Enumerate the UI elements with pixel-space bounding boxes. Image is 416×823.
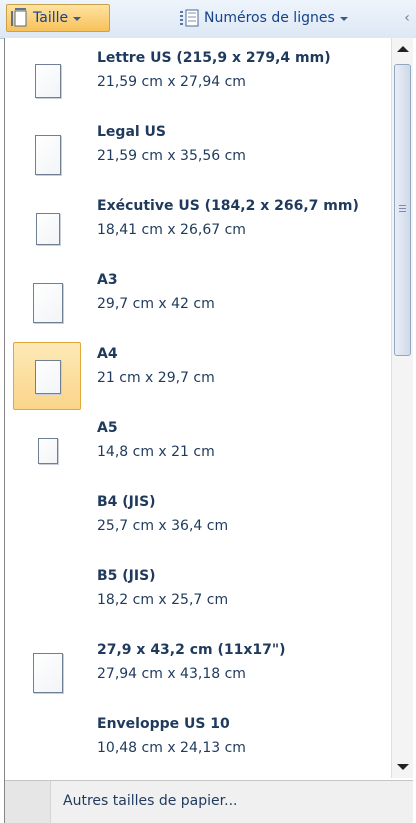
paper-size-item[interactable]: B4 (JIS) 25,7 cm x 36,4 cm xyxy=(13,490,381,558)
scroll-up-button[interactable] xyxy=(392,40,413,58)
paper-size-item[interactable]: Lettre US (215,9 x 279,4 mm) 21,59 cm x 2… xyxy=(13,46,381,114)
paper-size-item[interactable]: 27,9 x 43,2 cm (11x17") 27,94 cm x 43,18 … xyxy=(13,638,381,706)
more-paper-sizes-item[interactable]: Autres tailles de papier... xyxy=(5,780,413,823)
paper-thumbnail-frame xyxy=(13,46,81,114)
paper-thumbnail-frame xyxy=(13,712,81,778)
arrow-up-icon xyxy=(396,46,409,52)
paper-size-item[interactable]: Legal US 21,59 cm x 35,56 cm xyxy=(13,120,381,188)
paper-size-name: A3 xyxy=(97,272,118,288)
page-thumbnail-icon xyxy=(33,283,63,323)
paper-thumbnail-frame xyxy=(13,268,81,336)
menu-icon-gutter xyxy=(5,781,51,823)
paper-size-name: 27,9 x 43,2 cm (11x17") xyxy=(97,642,286,658)
grip-line xyxy=(399,211,406,212)
paper-size-dimensions: 18,2 cm x 25,7 cm xyxy=(97,592,229,608)
paper-thumbnail-frame xyxy=(13,416,81,484)
arrow-down-icon xyxy=(396,764,409,770)
page-thumbnail-icon xyxy=(35,135,61,175)
paper-size-dimensions: 14,8 cm x 21 cm xyxy=(97,444,215,460)
paper-size-list: Lettre US (215,9 x 279,4 mm) 21,59 cm x 2… xyxy=(5,38,391,778)
paper-size-name: B5 (JIS) xyxy=(97,568,156,584)
page-thumbnail-icon xyxy=(33,653,63,693)
paper-size-menu: Lettre US (215,9 x 279,4 mm) 21,59 cm x 2… xyxy=(4,38,416,823)
line-numbers-icon xyxy=(180,9,199,27)
paper-size-name: Legal US xyxy=(97,124,167,140)
paper-thumbnail-frame xyxy=(13,342,81,410)
paper-size-dimensions: 21 cm x 29,7 cm xyxy=(97,370,215,386)
chevron-down-icon xyxy=(73,17,82,21)
paper-size-item[interactable]: A5 14,8 cm x 21 cm xyxy=(13,416,381,484)
page-thumbnail-icon xyxy=(38,438,58,464)
grip-line xyxy=(399,205,406,206)
more-paper-sizes-label: Autres tailles de papier... xyxy=(63,793,238,809)
line-numbers-button[interactable]: Numéros de lignes xyxy=(174,4,390,32)
paper-thumbnail-frame xyxy=(13,120,81,188)
paper-size-dimensions: 27,94 cm x 43,18 cm xyxy=(97,666,246,682)
chevron-left-icon: ‹ xyxy=(404,10,410,26)
scroll-thumb[interactable] xyxy=(394,64,411,356)
paper-thumbnail-frame xyxy=(13,638,81,706)
paper-size-name: Exécutive US (184,2 x 266,7 mm) xyxy=(97,198,359,214)
paper-size-item[interactable]: B5 (JIS) 18,2 cm x 25,7 cm xyxy=(13,564,381,632)
size-button[interactable]: Taille xyxy=(6,4,110,32)
paper-size-dimensions: 18,41 cm x 26,67 cm xyxy=(97,222,246,238)
scrollbar[interactable] xyxy=(391,38,413,778)
paper-size-name: A4 xyxy=(97,346,118,362)
paper-size-item[interactable]: A3 29,7 cm x 42 cm xyxy=(13,268,381,336)
paper-size-dimensions: 25,7 cm x 36,4 cm xyxy=(97,518,229,534)
paper-size-item[interactable]: A4 21 cm x 29,7 cm xyxy=(13,342,381,410)
page-thumbnail-icon xyxy=(35,360,61,394)
paper-thumbnail-frame xyxy=(13,564,81,632)
size-button-label: Taille xyxy=(33,10,69,26)
page-thumbnail-icon xyxy=(36,213,60,245)
page-size-icon xyxy=(11,8,27,27)
paper-thumbnail-frame xyxy=(13,490,81,558)
paper-size-name: Lettre US (215,9 x 279,4 mm) xyxy=(97,50,331,66)
chevron-down-icon xyxy=(339,17,348,21)
paper-size-dimensions: 21,59 cm x 35,56 cm xyxy=(97,148,246,164)
ribbon-strip: Taille Numéros de lignes ‹ xyxy=(0,0,416,39)
ribbon-overflow-button[interactable]: ‹ xyxy=(398,4,416,32)
page-thumbnail-icon xyxy=(35,64,61,98)
paper-size-item[interactable]: Exécutive US (184,2 x 266,7 mm) 18,41 cm … xyxy=(13,194,381,262)
grip-line xyxy=(399,208,406,209)
paper-size-dimensions: 29,7 cm x 42 cm xyxy=(97,296,215,312)
line-numbers-label: Numéros de lignes xyxy=(204,10,335,26)
scroll-down-button[interactable] xyxy=(392,758,413,776)
page-size-dropdown-screen: Taille Numéros de lignes ‹ Lettre US (21… xyxy=(0,0,416,823)
paper-size-name: B4 (JIS) xyxy=(97,494,156,510)
paper-size-dimensions: 21,59 cm x 27,94 cm xyxy=(97,74,246,90)
paper-thumbnail-frame xyxy=(13,194,81,262)
paper-size-name: Enveloppe US 10 xyxy=(97,716,230,732)
paper-size-item[interactable]: Enveloppe US 10 10,48 cm x 24,13 cm xyxy=(13,712,381,778)
paper-size-name: A5 xyxy=(97,420,118,436)
paper-size-dimensions: 10,48 cm x 24,13 cm xyxy=(97,740,246,756)
